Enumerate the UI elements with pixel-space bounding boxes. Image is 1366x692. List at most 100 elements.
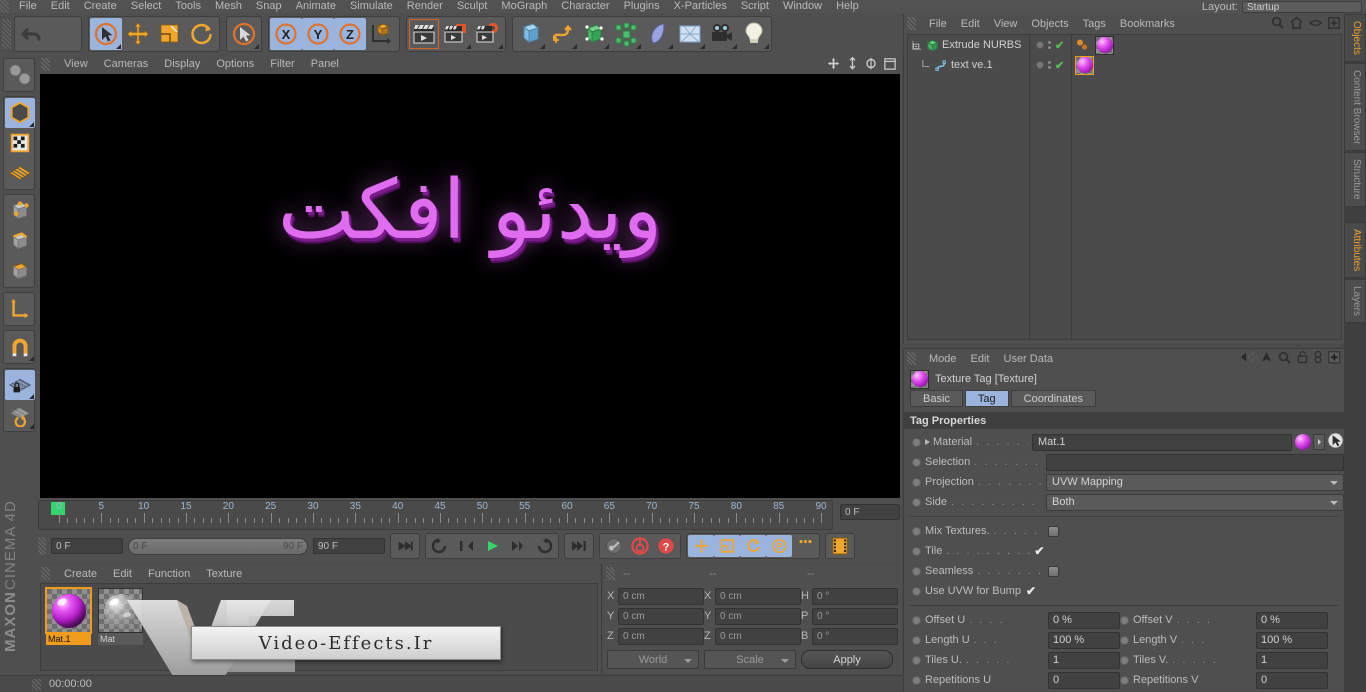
tiles-u-anim-bullet[interactable]	[912, 655, 921, 665]
tab-tag[interactable]: Tag	[964, 390, 1009, 407]
material-item-mat1[interactable]: Mat.1	[45, 587, 92, 645]
enable-toggle-2[interactable]	[1036, 61, 1044, 69]
add-environment-floor-button[interactable]	[674, 18, 706, 50]
new-view-icon[interactable]	[1328, 16, 1340, 29]
rotation-p-field[interactable]: 0 °	[812, 607, 898, 625]
add-cube-primitive-button[interactable]	[514, 18, 546, 50]
add-light-button[interactable]	[738, 18, 770, 50]
status-bar-grip[interactable]	[32, 678, 41, 690]
viewport-menu-view[interactable]: View	[56, 58, 96, 70]
new-attributes-icon[interactable]	[1328, 350, 1341, 364]
lock-x-axis-button[interactable]: X	[270, 17, 302, 50]
play-backwards-loop-button[interactable]	[427, 535, 453, 557]
selection-tool-secondary[interactable]	[228, 18, 260, 50]
timeline-controls-grip[interactable]	[38, 537, 46, 555]
redo-button[interactable]	[48, 18, 80, 50]
offset-u-anim-bullet[interactable]	[912, 615, 921, 625]
pin-eight-icon[interactable]	[1314, 350, 1322, 364]
attributes-menu-user-data[interactable]: User Data	[997, 353, 1061, 365]
scale-key-toggle[interactable]	[714, 535, 740, 557]
workplane-rotate-button[interactable]	[5, 400, 35, 430]
visible-check-2[interactable]: ✔	[1055, 59, 1064, 72]
object-tree[interactable]: Extrude NURBS text ve.1 ✔ ✔	[907, 34, 1342, 340]
menu-mograph[interactable]: MoGraph	[494, 0, 554, 13]
timeline-ruler[interactable]: 0 5 10 15 20 25 30 35 40 45 50 55 60 65 70 75 80 85 90	[38, 500, 833, 530]
position-x-field[interactable]: 0 cm	[618, 587, 704, 605]
length-u-anim-bullet[interactable]	[912, 635, 921, 645]
parameter-key-toggle[interactable]	[792, 535, 818, 557]
repetitions-u-anim-bullet[interactable]	[912, 675, 921, 685]
record-key-button[interactable]	[601, 535, 627, 557]
enable-snap-button[interactable]	[5, 332, 35, 362]
viewport-menu-panel[interactable]: Panel	[303, 58, 347, 70]
mix-textures-anim-bullet[interactable]	[912, 526, 921, 536]
world-object-coords-button[interactable]	[366, 18, 398, 50]
enable-toggle-1[interactable]	[1036, 41, 1044, 49]
lock-open-icon[interactable]	[1297, 350, 1308, 364]
projection-dropdown[interactable]: UVW Mapping	[1046, 473, 1344, 491]
play-button[interactable]	[479, 535, 505, 557]
repetitions-u-field[interactable]: 0	[1048, 671, 1120, 689]
timeline-filmstrip-button[interactable]	[827, 535, 853, 557]
tab-objects[interactable]: Objects	[1344, 14, 1366, 62]
tab-basic[interactable]: Basic	[910, 390, 963, 407]
undo-button[interactable]	[16, 18, 48, 50]
loop-button[interactable]	[531, 535, 557, 557]
use-uvw-bump-checkbox[interactable]: ✔	[1026, 585, 1036, 597]
mix-textures-checkbox[interactable]	[1047, 525, 1059, 537]
menu-render[interactable]: Render	[400, 0, 450, 13]
polygons-mode-button[interactable]	[5, 256, 35, 286]
material-menu-texture[interactable]: Texture	[198, 568, 250, 580]
rotation-key-toggle[interactable]	[740, 535, 766, 557]
step-back-button[interactable]	[453, 535, 479, 557]
menu-simulate[interactable]: Simulate	[343, 0, 400, 13]
lock-z-axis-button[interactable]: Z	[334, 17, 366, 50]
material-menu-function[interactable]: Function	[140, 568, 198, 580]
rotate-tool[interactable]	[186, 18, 218, 50]
material-name-mat[interactable]: Mat	[98, 633, 143, 645]
object-row-extrude-nurbs[interactable]: Extrude NURBS	[908, 35, 1029, 55]
add-deformer-button[interactable]	[642, 18, 674, 50]
menu-window[interactable]: Window	[776, 0, 829, 13]
material-item-mat[interactable]: Mat	[98, 588, 143, 645]
viewport-menu-filter[interactable]: Filter	[262, 58, 302, 70]
material-browse-button[interactable]	[1313, 434, 1325, 450]
menu-xparticles[interactable]: X-Particles	[667, 0, 734, 13]
go-to-start-button[interactable]	[392, 535, 418, 557]
seamless-anim-bullet[interactable]	[912, 566, 921, 576]
use-uvw-bump-anim-bullet[interactable]	[912, 586, 921, 596]
length-v-anim-bullet[interactable]	[1120, 635, 1129, 645]
attributes-menu-edit[interactable]: Edit	[964, 353, 997, 365]
menu-plugins[interactable]: Plugins	[617, 0, 667, 13]
object-menu-tags[interactable]: Tags	[1076, 18, 1113, 30]
menu-tools[interactable]: Tools	[168, 0, 208, 13]
length-v-field[interactable]: 100 %	[1256, 631, 1328, 649]
rotation-b-field[interactable]: 0 °	[812, 627, 898, 645]
phong-tag-icon[interactable]	[1075, 37, 1091, 53]
projection-anim-bullet[interactable]	[912, 477, 921, 487]
render-to-picture-viewer-button[interactable]	[440, 18, 472, 50]
material-picker-icon[interactable]	[1327, 432, 1344, 452]
attributes-grip[interactable]	[907, 352, 916, 365]
selection-anim-bullet[interactable]	[912, 457, 921, 467]
toolbar-grip[interactable]	[2, 18, 11, 49]
model-mode-button[interactable]	[5, 98, 35, 128]
position-y-field[interactable]: 0 cm	[618, 607, 704, 625]
texture-mode-button[interactable]	[5, 128, 35, 158]
size-x-field[interactable]: 0 cm	[715, 587, 801, 605]
visibility-dots-1[interactable]	[1048, 41, 1051, 49]
menu-mesh[interactable]: Mesh	[208, 0, 249, 13]
apply-button[interactable]: Apply	[801, 650, 893, 669]
tiles-u-field[interactable]: 1	[1048, 651, 1120, 669]
workplane-mode-button[interactable]	[5, 158, 35, 188]
menu-character[interactable]: Character	[554, 0, 616, 13]
length-u-field[interactable]: 100 %	[1048, 631, 1120, 649]
viewport-grip[interactable]	[41, 57, 50, 71]
tab-content-browser[interactable]: Content Browser	[1344, 62, 1366, 152]
menu-create[interactable]: Create	[77, 0, 124, 13]
pla-key-toggle[interactable]: P	[766, 535, 792, 557]
texture-tag-1[interactable]	[1095, 35, 1114, 55]
repetitions-v-field[interactable]: 0	[1256, 671, 1328, 689]
menubar-grip[interactable]	[0, 0, 9, 13]
material-expand-arrow-icon[interactable]	[925, 439, 930, 445]
